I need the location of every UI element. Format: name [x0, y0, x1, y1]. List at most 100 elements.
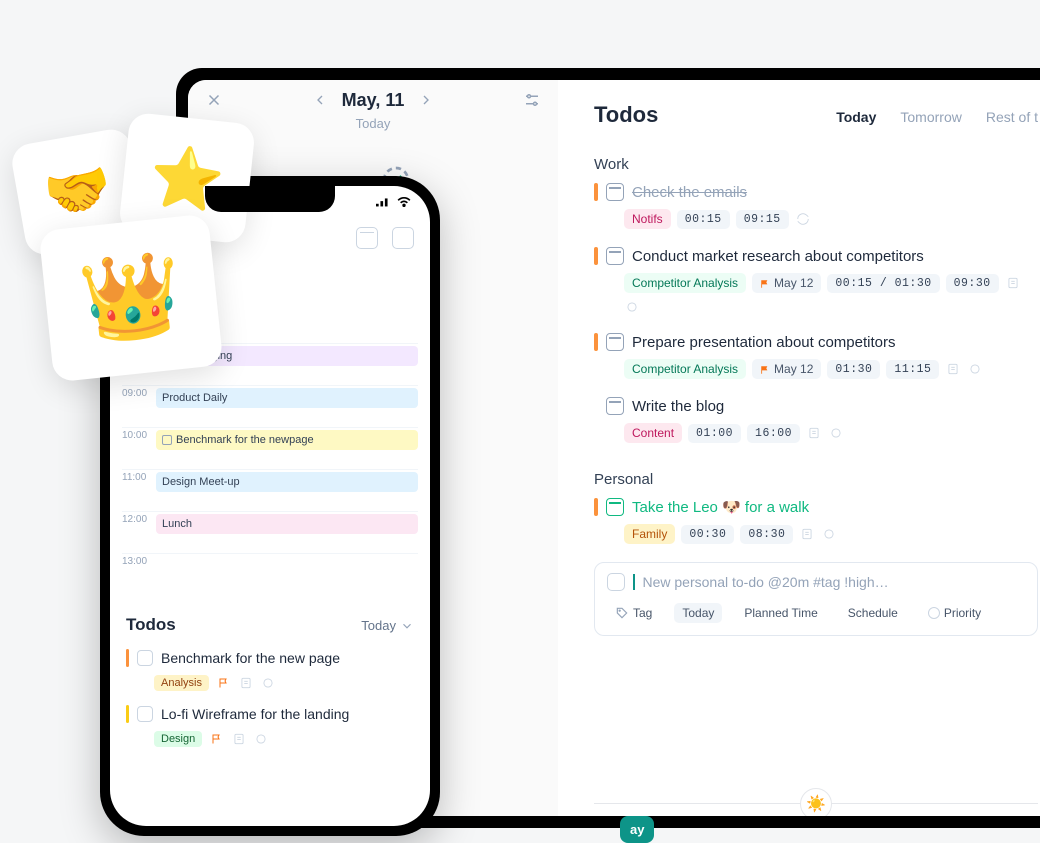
tablet-todos-pane: Todos Today Tomorrow Rest of t Work Chec…	[558, 80, 1040, 816]
todo-text: Conduct market research about competitor…	[632, 248, 924, 265]
calendar-icon	[606, 333, 624, 351]
todo-item[interactable]: Conduct market research about competitor…	[594, 247, 1038, 315]
calendar-event[interactable]: Design Meet-up	[156, 472, 418, 492]
filter-tomorrow[interactable]: Tomorrow	[900, 109, 961, 125]
flag-date-chip[interactable]: May 12	[752, 359, 821, 379]
hour-label: 11:00	[122, 470, 156, 483]
calendar-date-title: May, 11	[342, 90, 405, 111]
circle-icon[interactable]	[967, 361, 983, 377]
todo-item[interactable]: Lo-fi Wireframe for the landing Design	[126, 705, 414, 747]
tablet-calendar-header: May, 11	[188, 84, 558, 112]
note-icon[interactable]	[1005, 275, 1021, 291]
calendar-icon	[606, 247, 624, 265]
todo-meta: Analysis	[154, 675, 414, 691]
flag-date-chip[interactable]: May 12	[752, 273, 821, 293]
todo-item[interactable]: Benchmark for the new page Analysis	[126, 649, 414, 691]
opt-today[interactable]: Today	[674, 603, 722, 623]
flag-icon[interactable]	[210, 732, 224, 746]
time-pill: 16:00	[747, 424, 800, 443]
todo-item[interactable]: Write the blog Content 01:00 16:00	[594, 397, 1038, 443]
todo-item[interactable]: Take the Leo 🐶 for a walkFamily00:3008:3…	[594, 498, 1038, 544]
opt-schedule[interactable]: Schedule	[840, 603, 906, 623]
new-todo-composer[interactable]: New personal to-do @20m #tag !high… Tag …	[594, 562, 1038, 636]
tag-pill[interactable]: Family	[624, 524, 675, 544]
time-pill: 09:30	[946, 274, 999, 293]
calendar-icon[interactable]	[356, 227, 378, 249]
text-cursor	[633, 574, 635, 590]
tag-pill[interactable]: Analysis	[154, 675, 209, 691]
tag-pill[interactable]: Notifs	[624, 209, 671, 229]
checkbox-icon[interactable]	[137, 650, 153, 666]
todo-text: Lo-fi Wireframe for the landing	[161, 706, 349, 722]
opt-priority[interactable]: Priority	[920, 603, 989, 623]
note-icon[interactable]	[945, 361, 961, 377]
priority-bar	[594, 498, 598, 516]
filter-rest[interactable]: Rest of t	[986, 109, 1038, 125]
calendar-icon	[606, 183, 624, 201]
hour-label: 10:00	[122, 428, 156, 441]
opt-planned-time[interactable]: Planned Time	[736, 603, 825, 623]
priority-bar	[594, 183, 598, 201]
checkbox-icon[interactable]	[137, 706, 153, 722]
todo-text: Benchmark for the new page	[161, 650, 340, 666]
todo-meta: Notifs00:1509:15	[624, 209, 1038, 229]
day-divider: ☀️	[594, 803, 1038, 804]
circle-icon[interactable]	[254, 732, 268, 746]
hour-label: 12:00	[122, 512, 156, 525]
repeat-icon	[795, 211, 811, 227]
phone-notch	[205, 186, 335, 212]
circle-icon[interactable]	[261, 676, 275, 690]
hour-row: 11:00Design Meet-up	[122, 469, 418, 511]
wifi-icon	[396, 196, 412, 210]
opt-tag[interactable]: Tag	[607, 603, 660, 623]
hour-row: 13:00	[122, 553, 418, 595]
todo-meta: Content 01:00 16:00	[624, 423, 1038, 443]
priority-bar	[594, 247, 598, 265]
todo-item[interactable]: Prepare presentation about competitors Co…	[594, 333, 1038, 379]
todo-item[interactable]: Check the emails Notifs00:1509:15	[594, 183, 1038, 229]
checkbox-icon	[162, 435, 172, 445]
checkbox-icon[interactable]	[607, 573, 625, 591]
circle-icon[interactable]	[828, 425, 844, 441]
todos-heading: Todos	[594, 102, 812, 128]
chevron-left-icon[interactable]	[308, 88, 332, 112]
time-pill: 08:30	[740, 525, 793, 544]
chevron-down-icon	[400, 619, 414, 633]
circle-icon[interactable]	[821, 526, 837, 542]
time-pill: 11:15	[886, 360, 939, 379]
todo-text: Prepare presentation about competitors	[632, 334, 896, 351]
section-title-personal: Personal	[594, 471, 1038, 488]
chevron-right-icon[interactable]	[414, 88, 438, 112]
calendar-event[interactable]: Lunch	[156, 514, 418, 534]
list-view-icon[interactable]	[392, 227, 414, 249]
hour-label: 09:00	[122, 386, 156, 399]
tag-pill[interactable]: Content	[624, 423, 682, 443]
time-pill: 01:00	[688, 424, 741, 443]
todo-text: Check the emails	[632, 184, 747, 201]
hour-row: 10:00Benchmark for the newpage	[122, 427, 418, 469]
todo-meta: Competitor AnalysisMay 1200:15 / 01:3009…	[624, 273, 1038, 315]
tag-pill[interactable]: Design	[154, 731, 202, 747]
note-icon[interactable]	[232, 732, 246, 746]
hour-row: 12:00Lunch	[122, 511, 418, 553]
calendar-event[interactable]: Product Daily	[156, 388, 418, 408]
note-icon[interactable]	[806, 425, 822, 441]
note-icon[interactable]	[799, 526, 815, 542]
filter-today[interactable]: Today	[836, 109, 876, 125]
tag-pill[interactable]: Competitor Analysis	[624, 359, 746, 379]
close-icon[interactable]	[202, 88, 226, 112]
todo-meta: Design	[154, 731, 414, 747]
priority-bar	[126, 705, 129, 723]
settings-sliders-icon[interactable]	[520, 88, 544, 112]
todos-header: Todos Today Tomorrow Rest of t	[594, 102, 1038, 128]
phone-filter-select[interactable]: Today	[361, 618, 414, 633]
phone-todos-section: Todos Today Benchmark for the new pageAn…	[110, 601, 430, 826]
note-icon[interactable]	[239, 676, 253, 690]
circle-icon[interactable]	[624, 299, 640, 315]
tag-pill[interactable]: Competitor Analysis	[624, 273, 746, 293]
priority-bar	[126, 649, 129, 667]
calendar-event[interactable]: Benchmark for the newpage	[156, 430, 418, 450]
phone-calendar-area: 08:00Go Jogging09:00Product Daily10:00Be…	[110, 343, 430, 601]
todo-text: Write the blog	[632, 398, 724, 415]
flag-icon[interactable]	[217, 676, 231, 690]
